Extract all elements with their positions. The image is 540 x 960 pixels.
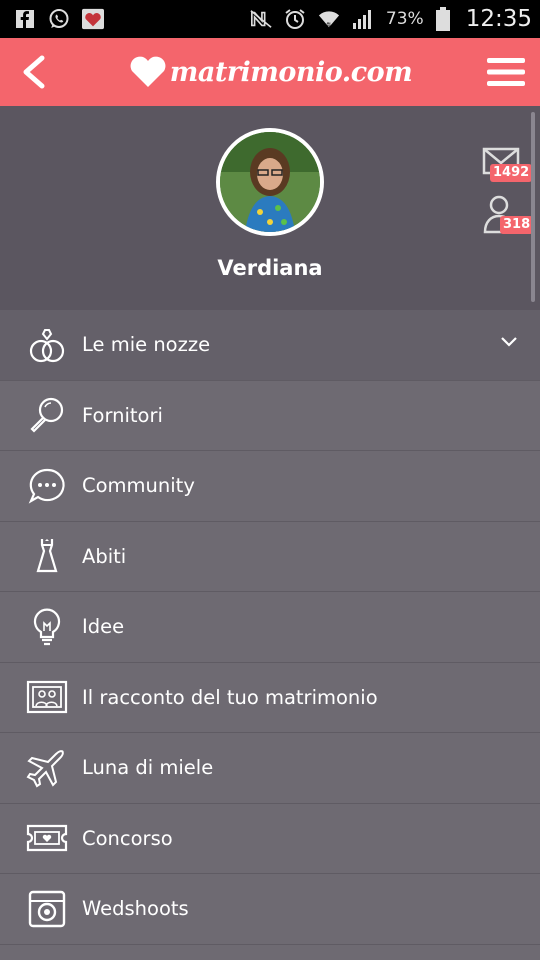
camera-icon [25,887,69,931]
menu-item-fornitori[interactable]: Fornitori [0,380,540,451]
menu-item-label: Le mie nozze [82,333,211,357]
photo-album-icon [25,675,69,719]
airplane-icon [25,746,69,790]
matrimonio-notif-icon [82,8,104,30]
rings-icon [25,323,69,367]
facebook-icon [14,8,36,30]
messages-button[interactable]: 1492 [482,146,533,188]
back-button[interactable] [14,52,54,92]
alarm-icon [284,8,306,30]
battery-icon [435,7,450,31]
ticket-icon [25,816,69,860]
profile-section: Verdiana 1492 318 [0,106,540,310]
app-header: matrimonio.com [0,38,540,106]
menu-item-luna-di-miele[interactable]: Luna di miele [0,733,540,804]
menu-item-label: Concorso [82,826,173,850]
menu-item-idee[interactable]: Idee [0,592,540,663]
menu-item-label: Community [82,474,195,498]
menu-item-il-racconto[interactable]: Il racconto del tuo matrimonio [0,662,540,733]
wifi-icon: ⇅ [318,8,340,30]
menu-item-wedshoots[interactable]: Wedshoots [0,874,540,945]
nfc-icon [250,8,272,30]
brand-name: matrimonio.com [169,56,413,88]
chat-bubble-icon [25,464,69,508]
menu-item-label: Wedshoots [82,897,189,921]
status-bar: ⇅ 73% 12:35 [0,0,540,38]
avatar[interactable] [216,128,324,236]
menu-item-label: Il racconto del tuo matrimonio [82,685,378,709]
menu-item-community[interactable]: Community [0,451,540,522]
menu-item-label: Luna di miele [82,756,214,780]
menu-item-label: Idee [82,615,125,639]
menu-item-abiti[interactable]: Abiti [0,521,540,592]
chevron-down-icon[interactable] [500,336,518,348]
friends-button[interactable]: 318 [482,194,534,236]
magnifier-icon [25,393,69,437]
scrollbar[interactable] [531,112,535,302]
lightbulb-icon [25,605,69,649]
signal-icon [352,8,374,30]
heart-icon [130,56,166,87]
hamburger-icon [487,58,525,86]
menu-item-label: Abiti [82,544,127,568]
messages-badge: 1492 [490,164,533,182]
menu-item-le-mie-nozze[interactable]: Le mie nozze [0,310,540,381]
side-menu: Le mie nozze Fornitori Community Abiti I… [0,310,540,945]
clock: 12:35 [465,6,532,32]
brand-logo: matrimonio.com [128,55,413,89]
battery-percent: 73% [385,9,424,29]
menu-button[interactable] [486,52,526,92]
svg-text:⇅: ⇅ [326,21,331,29]
dress-icon [25,534,69,578]
menu-item-concorso[interactable]: Concorso [0,803,540,874]
menu-item-label: Fornitori [82,403,163,427]
friends-badge: 318 [500,216,534,234]
whatsapp-icon [48,8,70,30]
chevron-left-icon [23,55,45,89]
profile-name: Verdiana [217,256,323,280]
